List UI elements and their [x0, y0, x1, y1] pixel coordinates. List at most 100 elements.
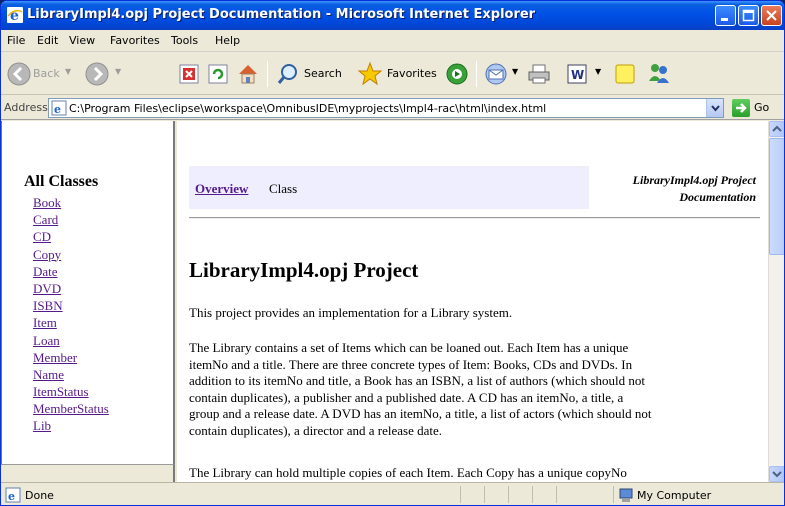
list-item: DVD	[33, 280, 109, 297]
discuss-button[interactable]	[613, 59, 639, 89]
svg-text:e: e	[54, 103, 61, 116]
class-list: Book Card CD Copy Date DVD ISBN Item Loa…	[33, 194, 109, 435]
project-doc-label: LibraryImpl4.opj Project Documentation	[576, 172, 756, 206]
class-link[interactable]: Name	[33, 367, 64, 382]
list-item: ISBN	[33, 297, 109, 314]
class-link[interactable]: ISBN	[33, 298, 63, 313]
menu-tools[interactable]: Tools	[171, 34, 198, 47]
forward-arrow-icon	[85, 62, 109, 86]
project-doc-label-line2: Documentation	[679, 190, 756, 204]
search-button[interactable]: Search	[274, 59, 344, 89]
address-input[interactable]: e C:\Program Files\eclipse\workspace\Omn…	[48, 98, 724, 118]
scroll-down-button[interactable]	[769, 466, 784, 482]
title-bar[interactable]: e LibraryImpl4.opj Project Documentation…	[1, 1, 784, 30]
favorites-label: Favorites	[387, 67, 437, 80]
status-text: Done	[25, 489, 54, 502]
list-item: Lib	[33, 417, 109, 434]
go-button[interactable]	[732, 99, 750, 117]
close-icon	[766, 10, 777, 21]
menu-file[interactable]: File	[7, 34, 25, 47]
print-button[interactable]	[527, 59, 553, 89]
menu-bar: File Edit View Favorites Tools Help	[1, 30, 784, 81]
list-item: MemberStatus	[33, 400, 109, 417]
description-paragraph: The Library contains a set of Items whic…	[189, 340, 765, 440]
media-button[interactable]	[445, 59, 471, 89]
messenger-button[interactable]	[646, 59, 674, 89]
class-link[interactable]: Lib	[33, 418, 51, 433]
go-label[interactable]: Go	[754, 101, 769, 114]
forward-dropdown-icon[interactable]: ▼	[115, 67, 121, 76]
nav-class-label: Class	[269, 181, 298, 196]
class-link[interactable]: ItemStatus	[33, 384, 89, 399]
svg-text:e: e	[8, 490, 15, 503]
maximize-button[interactable]	[738, 5, 759, 26]
back-label: Back	[33, 67, 60, 80]
class-link[interactable]: Date	[33, 264, 58, 279]
address-label: Address	[4, 101, 48, 114]
stop-button[interactable]	[178, 59, 202, 89]
toolbar-separator	[476, 61, 477, 87]
computer-icon	[619, 488, 633, 502]
search-label: Search	[304, 67, 342, 80]
class-link[interactable]: CD	[33, 229, 51, 244]
back-dropdown-icon[interactable]: ▼	[65, 67, 71, 76]
overview-link[interactable]: Overview	[195, 181, 248, 197]
standard-toolbar: Back ▼ ▼ Search Favorites ▼ W ▼	[1, 53, 784, 95]
vertical-scrollbar[interactable]	[768, 121, 784, 482]
stop-icon	[179, 64, 199, 84]
class-link[interactable]: Card	[33, 212, 58, 227]
paragraph-line: group and a release date. A DVD has an i…	[189, 406, 652, 422]
edit-button[interactable]: W ▼	[566, 59, 608, 89]
menu-favorites[interactable]: Favorites	[110, 34, 160, 47]
class-link[interactable]: MemberStatus	[33, 401, 109, 416]
copies-paragraph: The Library can hold multiple copies of …	[189, 465, 627, 480]
class-link[interactable]: Loan	[33, 333, 60, 348]
page-status-icon: e	[5, 487, 21, 503]
class-link[interactable]: Member	[33, 350, 77, 365]
toolbar-separator	[267, 61, 268, 87]
class-link[interactable]: Item	[33, 315, 57, 330]
class-link[interactable]: Book	[33, 195, 61, 210]
paragraph-line: addition to its itemNo and title, a Book…	[189, 373, 646, 389]
status-divider	[508, 486, 509, 503]
minimize-button[interactable]	[715, 5, 736, 26]
intro-paragraph: This project provides an implementation …	[189, 305, 513, 320]
security-zone: My Computer	[637, 489, 712, 502]
refresh-button[interactable]	[207, 59, 231, 89]
svg-text:W: W	[571, 68, 584, 82]
chevron-down-icon	[772, 471, 782, 478]
search-icon	[277, 64, 297, 84]
edit-dropdown-icon[interactable]: ▼	[595, 67, 601, 76]
page-icon: e	[51, 100, 67, 116]
maximize-icon	[742, 9, 755, 22]
left-frame-scroll-area	[1, 464, 175, 482]
list-item: CD	[33, 228, 109, 245]
menu-view[interactable]: View	[69, 34, 95, 47]
address-url: C:\Program Files\eclipse\workspace\Omnib…	[69, 102, 547, 115]
back-arrow-icon	[7, 62, 31, 86]
favorites-button[interactable]: Favorites	[357, 59, 439, 89]
paragraph-line: itemNo and a title. There are three conc…	[189, 356, 633, 372]
list-item: Book	[33, 194, 109, 211]
messenger-icon	[649, 64, 669, 83]
menu-edit[interactable]: Edit	[37, 34, 58, 47]
menu-help[interactable]: Help	[215, 34, 240, 47]
status-divider	[460, 486, 461, 503]
list-item: Item	[33, 314, 109, 331]
list-item: Card	[33, 211, 109, 228]
scroll-up-button[interactable]	[769, 121, 784, 137]
address-dropdown-button[interactable]	[706, 99, 723, 117]
list-item: Copy	[33, 246, 109, 263]
ie-window: e LibraryImpl4.opj Project Documentation…	[0, 0, 785, 506]
class-link[interactable]: DVD	[33, 281, 61, 296]
mail-dropdown-icon[interactable]: ▼	[512, 67, 518, 76]
class-link[interactable]: Copy	[33, 247, 61, 262]
close-button[interactable]	[761, 5, 782, 26]
mail-button[interactable]: ▼	[483, 59, 525, 89]
home-button[interactable]	[236, 59, 262, 89]
forward-button[interactable]: ▼	[85, 59, 129, 89]
back-button[interactable]: Back ▼	[5, 59, 75, 89]
favorites-star-icon	[357, 61, 383, 86]
scroll-thumb[interactable]	[769, 138, 784, 255]
page-title: LibraryImpl4.opj Project	[189, 258, 419, 282]
